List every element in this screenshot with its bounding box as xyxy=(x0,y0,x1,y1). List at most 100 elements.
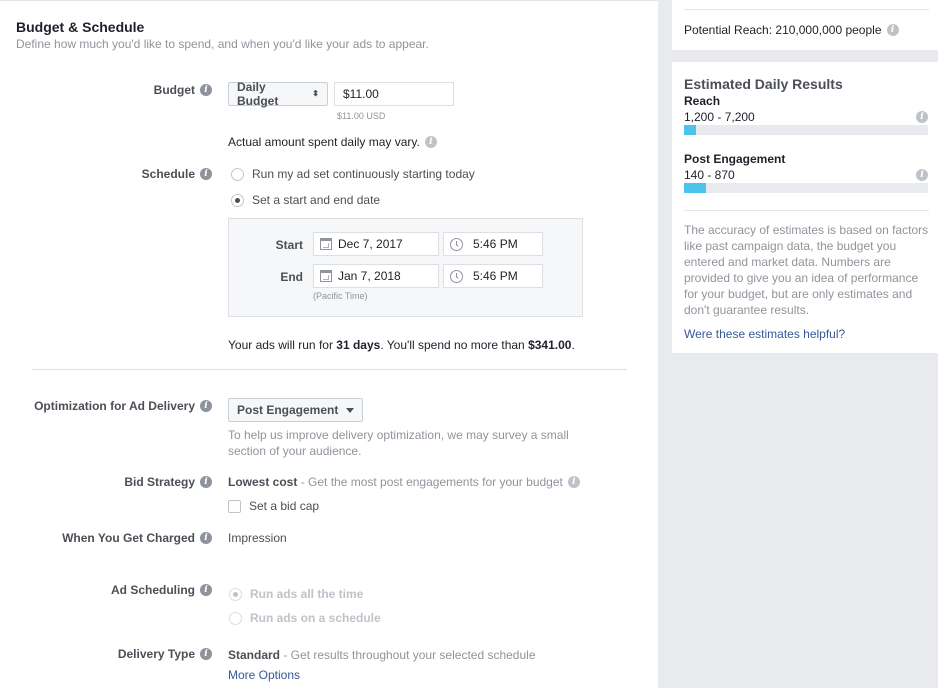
schedule-option-start-end[interactable]: Set a start and end date xyxy=(231,193,380,207)
delivery-type-label: Delivery Type i xyxy=(118,647,212,661)
metric-engagement-name: Post Engagement xyxy=(684,152,786,166)
reach-bar-track xyxy=(684,125,928,135)
charged-label-text: When You Get Charged xyxy=(62,531,195,545)
caret-down-icon xyxy=(346,407,355,413)
info-icon[interactable]: i xyxy=(567,476,580,488)
budget-amount-input[interactable]: $11.00 xyxy=(334,82,454,106)
summary-amount: $341.00 xyxy=(528,338,572,352)
start-time-value: 5:46 PM xyxy=(473,237,518,251)
metric-reach-name: Reach xyxy=(684,94,721,108)
estimates-disclaimer: The accuracy of estimates is based on fa… xyxy=(684,223,929,317)
info-icon[interactable]: i xyxy=(916,111,928,123)
delivery-type-label-text: Delivery Type xyxy=(117,647,195,661)
info-icon[interactable]: i xyxy=(200,584,212,596)
bid-strategy-name: Lowest cost xyxy=(228,475,298,489)
potential-reach-text: Potential Reach: 210,000,000 people xyxy=(684,23,882,37)
radio-button[interactable] xyxy=(231,193,244,207)
ad-scheduling-label: Ad Scheduling i xyxy=(111,583,212,597)
optimization-label: Optimization for Ad Delivery i xyxy=(34,399,212,413)
card-divider xyxy=(684,9,929,10)
radio-label: Run ads all the time xyxy=(250,587,364,601)
panel-gutter xyxy=(658,0,672,688)
info-icon[interactable]: i xyxy=(200,476,212,488)
start-label: Start xyxy=(275,238,303,252)
summary-days: 31 days xyxy=(336,338,381,352)
delivery-type-name: Standard xyxy=(228,648,281,662)
bid-strategy-label-text: Bid Strategy xyxy=(124,475,195,489)
info-icon[interactable]: i xyxy=(200,648,212,660)
card-divider xyxy=(684,210,929,211)
section-title: Budget & Schedule xyxy=(16,19,145,35)
delivery-type-value: Standard - Get results throughout your s… xyxy=(228,648,536,662)
date-range-box: Start Dec 7, 2017 5:46 PM End Jan 7, 201… xyxy=(228,218,583,317)
audience-size-card: Potential Reach: 210,000,000 people i xyxy=(672,0,938,50)
bid-cap-checkbox[interactable] xyxy=(228,499,241,513)
optimization-label-text: Optimization for Ad Delivery xyxy=(34,399,195,413)
budget-amount-value: $11.00 xyxy=(343,87,379,101)
radio-label: Set a start and end date xyxy=(252,193,381,207)
metric-reach-range: 1,200 - 7,200 xyxy=(684,110,755,124)
bid-cap-label: Set a bid cap xyxy=(249,499,320,513)
more-options-link[interactable]: More Options xyxy=(228,668,300,682)
optimization-select[interactable]: Post Engagement xyxy=(228,398,364,422)
section-divider xyxy=(32,369,627,370)
info-icon[interactable]: i xyxy=(916,169,928,181)
calendar-icon xyxy=(320,238,332,250)
end-date-value: Jan 7, 2018 xyxy=(338,269,401,283)
timezone-caption: (Pacific Time) xyxy=(313,291,368,301)
start-time-input[interactable]: 5:46 PM xyxy=(443,232,543,256)
ad-scheduling-on-schedule: Run ads on a schedule xyxy=(229,611,381,625)
budget-label: Budget i xyxy=(154,83,212,97)
end-label: End xyxy=(280,270,303,284)
radio-button[interactable] xyxy=(231,167,244,181)
schedule-label: Schedule i xyxy=(142,167,212,181)
delivery-type-description: - Get results throughout your selected s… xyxy=(280,648,536,662)
estimates-helpful-link[interactable]: Were these estimates helpful? xyxy=(684,327,845,341)
end-time-input[interactable]: 5:46 PM xyxy=(443,264,543,288)
bid-strategy-description: - Get the most post engagements for your… xyxy=(297,475,563,489)
sort-arrows-icon: ⬍ xyxy=(312,89,319,98)
clock-icon xyxy=(450,237,463,251)
bid-strategy-label: Bid Strategy i xyxy=(124,475,212,489)
estimated-results-card: Estimated Daily Results Reach 1,200 - 7,… xyxy=(672,62,938,353)
start-date-value: Dec 7, 2017 xyxy=(338,237,403,251)
bid-strategy-value: Lowest cost - Get the most post engageme… xyxy=(228,475,580,489)
start-date-input[interactable]: Dec 7, 2017 xyxy=(313,232,439,256)
summary-suffix: . xyxy=(571,338,575,352)
potential-reach: Potential Reach: 210,000,000 people i xyxy=(684,23,899,37)
info-icon[interactable]: i xyxy=(200,532,212,544)
end-date-input[interactable]: Jan 7, 2018 xyxy=(313,264,439,288)
reach-bar-fill xyxy=(684,125,697,135)
budget-label-text: Budget xyxy=(153,83,195,97)
budget-currency-caption: $11.00 USD xyxy=(337,111,386,121)
schedule-label-text: Schedule xyxy=(141,167,195,181)
optimization-value: Post Engagement xyxy=(237,403,339,417)
bid-cap-checkbox-row[interactable]: Set a bid cap xyxy=(228,499,319,513)
info-icon[interactable]: i xyxy=(200,84,212,96)
metric-engagement-range: 140 - 870 xyxy=(684,168,735,182)
schedule-option-continuous[interactable]: Run my ad set continuously starting toda… xyxy=(231,167,475,181)
radio-label: Run ads on a schedule xyxy=(250,611,381,625)
radio-button xyxy=(229,587,242,601)
info-icon[interactable]: i xyxy=(200,168,212,180)
summary-middle: . You'll spend no more than xyxy=(380,338,529,352)
charged-label: When You Get Charged i xyxy=(62,531,212,545)
schedule-summary: Your ads will run for 31 days. You'll sp… xyxy=(228,338,575,352)
estimated-results-title: Estimated Daily Results xyxy=(684,76,843,92)
budget-note: Actual amount spent daily may vary. i xyxy=(228,135,437,149)
engagement-bar-fill xyxy=(684,183,706,193)
info-icon[interactable]: i xyxy=(200,400,212,412)
ad-scheduling-all-time: Run ads all the time xyxy=(229,587,363,601)
engagement-bar-track xyxy=(684,183,928,193)
summary-prefix: Your ads will run for xyxy=(228,338,337,352)
budget-schedule-panel: Budget & Schedule Define how much you'd … xyxy=(0,0,658,688)
budget-type-select[interactable]: Daily Budget ⬍ xyxy=(228,80,328,108)
info-icon[interactable]: i xyxy=(424,136,437,148)
radio-label: Run my ad set continuously starting toda… xyxy=(252,167,475,181)
section-subtitle: Define how much you'd like to spend, and… xyxy=(16,37,429,51)
radio-button xyxy=(229,611,242,625)
optimization-note: To help us improve delivery optimization… xyxy=(228,428,569,458)
charged-value: Impression xyxy=(228,531,287,545)
info-icon[interactable]: i xyxy=(886,24,899,36)
calendar-icon xyxy=(320,270,332,282)
